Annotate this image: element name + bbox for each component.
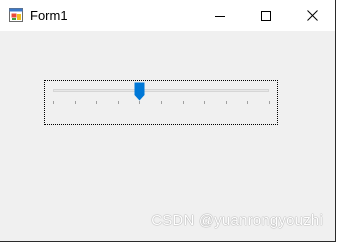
- title-bar[interactable]: Form1: [0, 0, 335, 31]
- maximize-icon: [261, 10, 271, 21]
- trackbar-channel[interactable]: [53, 89, 269, 92]
- trackbar-tick: [161, 101, 162, 104]
- trackbar-tick: [96, 101, 98, 104]
- window-title: Form1: [30, 8, 68, 23]
- trackbar-tick: [139, 101, 141, 104]
- trackbar-tick: [269, 101, 270, 104]
- trackbar-tick: [225, 101, 227, 104]
- trackbar-tick: [182, 101, 184, 104]
- form1-window: Form1 CSDN @yuanrongyouzhi: [0, 0, 336, 242]
- minimize-icon: [215, 15, 225, 17]
- winforms-app-icon[interactable]: [9, 8, 23, 22]
- maximize-button[interactable]: [243, 0, 289, 31]
- close-icon: [306, 10, 318, 21]
- trackbar-tick: [74, 101, 76, 104]
- trackbar-tick: [53, 101, 54, 104]
- trackbar-tick: [204, 101, 206, 104]
- minimize-button[interactable]: [197, 0, 243, 31]
- trackbar-ticks: [45, 101, 277, 105]
- watermark-text: CSDN @yuanrongyouzhi: [151, 212, 323, 229]
- trackbar-slider[interactable]: [44, 80, 278, 125]
- close-button[interactable]: [289, 0, 335, 31]
- trackbar-tick: [247, 101, 249, 104]
- trackbar-tick: [117, 101, 119, 104]
- trackbar-thumb[interactable]: [134, 82, 145, 101]
- form-client-area: [0, 31, 335, 241]
